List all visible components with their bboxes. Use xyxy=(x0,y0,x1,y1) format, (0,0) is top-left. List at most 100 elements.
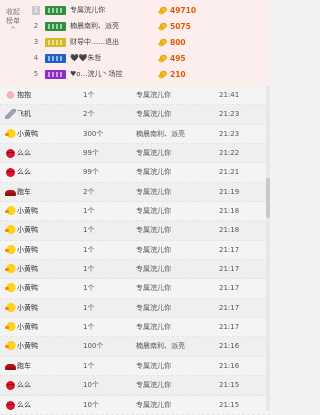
rank-user-name[interactable]: 专属浣儿你 xyxy=(70,5,105,16)
gift-sender[interactable]: 楠晨南利、派亮 xyxy=(136,125,185,144)
rank-user-name[interactable]: 财导中……退出 xyxy=(70,37,119,48)
gift-time: 21:16 xyxy=(219,361,240,370)
rank-row[interactable]: 3 财导中……退出 800 xyxy=(0,35,270,51)
gift-name: 小黄鸭 xyxy=(17,226,38,235)
ranking-panel: 收起榜单 ^ 1 专属浣儿你 49710 2 楠晨南利、派亮 5075 3 财导中……退出 80… xyxy=(0,0,270,87)
gift-sender[interactable]: 专属浣儿你 xyxy=(136,144,171,163)
rank-row[interactable]: 1 专属浣儿你 49710 xyxy=(0,3,270,19)
duck-icon xyxy=(5,302,16,313)
gift-sender[interactable]: 专属浣儿你 xyxy=(136,357,171,376)
car-icon xyxy=(5,189,16,196)
rank-value: 210 xyxy=(170,70,186,79)
gift-sender[interactable]: 专属浣儿你 xyxy=(136,299,171,318)
scrollbar-thumb[interactable] xyxy=(266,178,270,218)
level-badge-icon xyxy=(45,70,66,79)
coin-icon xyxy=(158,54,167,63)
gift-name: 小黄鸭 xyxy=(17,129,38,138)
gift-time: 21:15 xyxy=(219,400,240,409)
scrollbar[interactable] xyxy=(266,86,270,411)
hug-icon xyxy=(5,90,16,100)
gift-count: 99个 xyxy=(83,149,99,158)
gift-count: 10个 xyxy=(83,400,99,409)
gift-sender[interactable]: 专属浣儿你 xyxy=(136,221,171,240)
gift-sender[interactable]: 专属浣儿你 xyxy=(136,105,171,124)
gift-time: 21:41 xyxy=(219,91,240,99)
rank-user-name[interactable]: 楠晨南利、派亮 xyxy=(70,21,119,32)
level-badge-icon xyxy=(45,6,66,15)
rank-row[interactable]: 2 楠晨南利、派亮 5075 xyxy=(0,19,270,35)
rank-number: 1 xyxy=(32,6,40,15)
lips-icon xyxy=(5,148,16,159)
coin-icon xyxy=(158,22,167,31)
rank-value: 800 xyxy=(170,38,186,47)
gift-sender[interactable]: 楠晨南利、派亮 xyxy=(136,337,185,356)
gift-sender[interactable]: 专属浣儿你 xyxy=(136,376,171,395)
duck-icon xyxy=(5,341,16,352)
gift-name: 小黄鸭 xyxy=(17,303,38,312)
gift-name: 小黄鸭 xyxy=(17,245,38,254)
gift-sender[interactable]: 专属浣儿你 xyxy=(136,86,171,105)
gift-sender[interactable]: 专属浣儿你 xyxy=(136,241,171,260)
rank-row[interactable]: 5 ♥o…浣儿丶场控 210 xyxy=(0,67,270,83)
level-badge-icon xyxy=(45,54,66,63)
gift-name: 小黄鸭 xyxy=(17,207,38,216)
gift-row: 飞机 2个 专属浣儿你 21:23 xyxy=(0,105,270,125)
duck-icon xyxy=(5,128,16,139)
gift-count: 1个 xyxy=(83,265,95,274)
gift-row: 小黄鸭 1个 专属浣儿你 21:17 xyxy=(0,298,270,319)
gift-name: 么么 xyxy=(17,168,31,177)
lips-icon xyxy=(5,380,16,391)
gift-row: 么么 10个 专属浣儿你 21:15 xyxy=(0,395,270,415)
rank-value: 49710 xyxy=(170,6,197,15)
rank-user-name[interactable]: ♥o…浣儿丶场控 xyxy=(70,69,123,80)
gift-sender[interactable]: 专属浣儿你 xyxy=(136,279,171,298)
gift-time: 21:17 xyxy=(219,323,240,332)
gift-count: 1个 xyxy=(83,361,95,370)
gift-row: 小黄鸭 1个 专属浣儿你 21:17 xyxy=(0,260,270,280)
gift-row: 小黄鸭 1个 专属浣儿你 21:17 xyxy=(0,279,270,299)
rank-row[interactable]: 4 🖤🖤朱哲 495 xyxy=(0,51,270,67)
level-badge-icon xyxy=(45,38,66,47)
plane-icon xyxy=(5,109,16,120)
rank-value: 5075 xyxy=(170,22,191,31)
gift-time: 21:17 xyxy=(219,245,240,254)
rank-number: 3 xyxy=(33,38,39,46)
duck-icon xyxy=(5,322,16,333)
gift-time: 21:21 xyxy=(219,168,240,177)
gift-sender[interactable]: 专属浣儿你 xyxy=(136,163,171,182)
coin-icon xyxy=(158,70,167,79)
gift-row: 跑车 2个 专属浣儿你 21:19 xyxy=(0,182,270,203)
gift-row: 小黄鸭 300个 楠晨南利、派亮 21:23 xyxy=(0,124,270,145)
gift-count: 1个 xyxy=(83,91,95,99)
gift-sender[interactable]: 专属浣儿你 xyxy=(136,183,171,202)
gift-row: 小黄鸭 1个 专属浣儿你 21:17 xyxy=(0,240,270,261)
gift-count: 1个 xyxy=(83,284,95,293)
gift-count: 300个 xyxy=(83,129,104,138)
gift-count: 1个 xyxy=(83,226,95,235)
car-icon xyxy=(5,363,16,370)
gift-row: 么么 99个 专属浣儿你 21:22 xyxy=(0,144,270,164)
gift-row: 小黄鸭 1个 专属浣儿你 21:18 xyxy=(0,221,270,241)
gift-row: 小黄鸭 1个 专属浣儿你 21:18 xyxy=(0,202,270,222)
gift-name: 抱抱 xyxy=(17,91,31,99)
gift-time: 21:19 xyxy=(219,187,240,196)
coin-icon xyxy=(158,6,167,15)
lips-icon xyxy=(5,167,16,178)
gift-count: 1个 xyxy=(83,303,95,312)
gift-sender[interactable]: 专属浣儿你 xyxy=(136,396,171,415)
rank-number: 2 xyxy=(33,22,39,30)
gift-sender[interactable]: 专属浣儿你 xyxy=(136,318,171,337)
gift-sender[interactable]: 专属浣儿你 xyxy=(136,260,171,279)
rank-value: 495 xyxy=(170,54,186,63)
gift-time: 21:15 xyxy=(219,381,240,390)
gift-name: 跑车 xyxy=(17,187,31,196)
rank-user-name[interactable]: 🖤🖤朱哲 xyxy=(70,53,101,64)
gift-count: 1个 xyxy=(83,323,95,332)
gift-row: 抱抱 1个 专属浣儿你 21:41 xyxy=(0,86,270,106)
gift-time: 21:23 xyxy=(219,129,240,138)
gift-sender[interactable]: 专属浣儿你 xyxy=(136,202,171,221)
duck-icon xyxy=(5,225,16,236)
duck-icon xyxy=(5,283,16,294)
gift-name: 么么 xyxy=(17,400,31,409)
gift-time: 21:23 xyxy=(219,110,240,119)
